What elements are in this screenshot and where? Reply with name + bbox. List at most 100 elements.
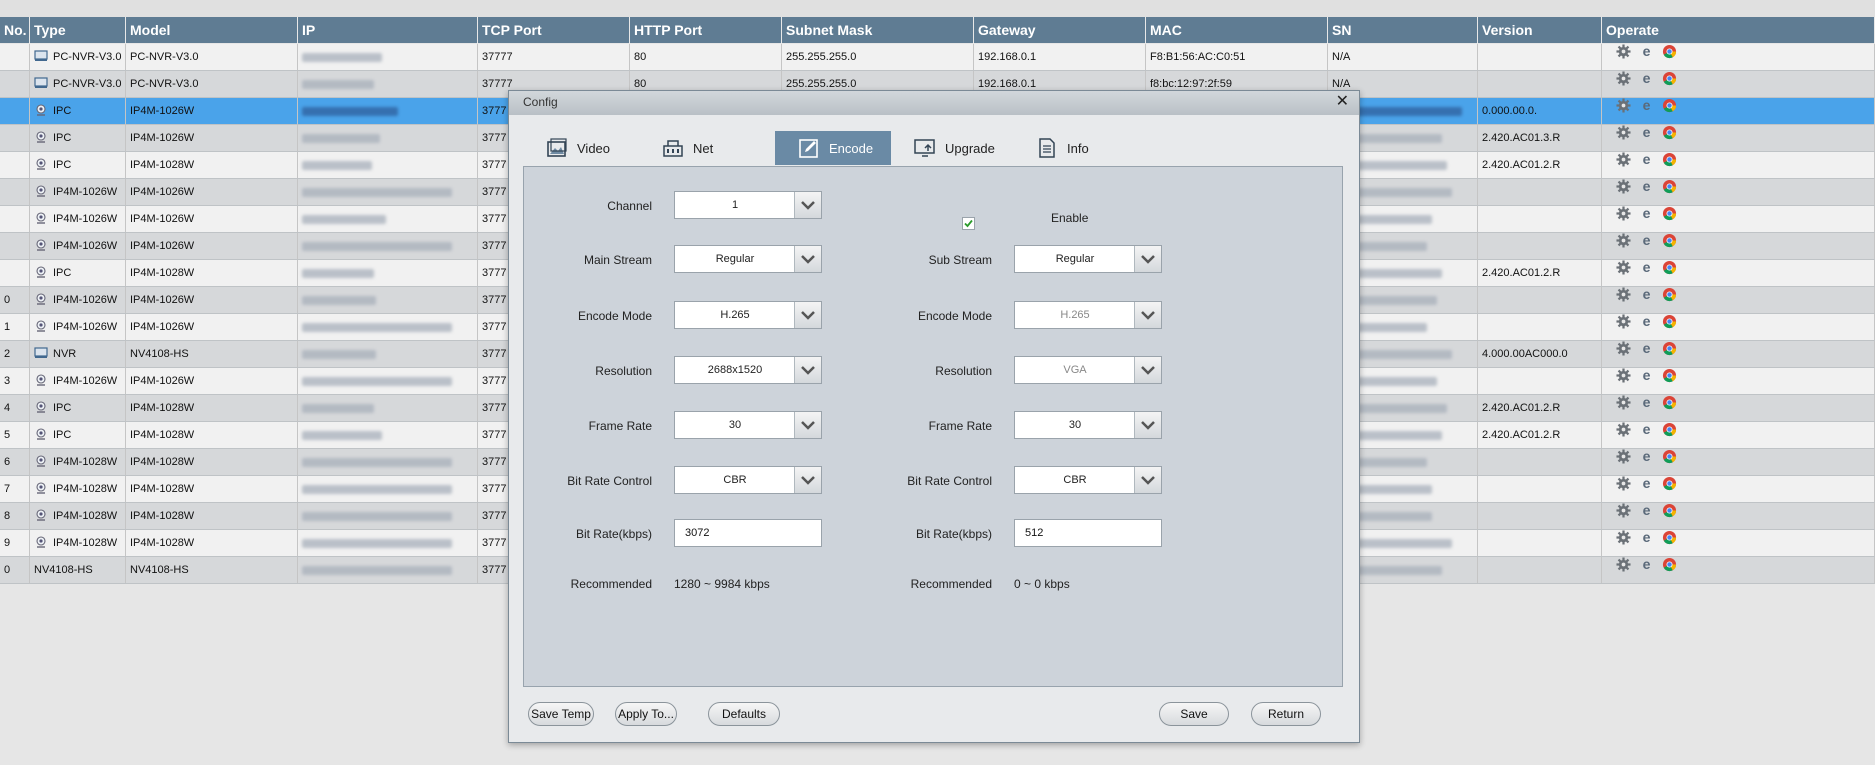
main-bit-rate-input[interactable]: 3072 — [674, 519, 822, 547]
chrome-browser-icon[interactable] — [1662, 152, 1677, 167]
chevron-down-icon[interactable] — [794, 246, 821, 272]
chrome-browser-icon[interactable] — [1662, 449, 1677, 464]
ie-browser-icon[interactable]: e — [1639, 395, 1654, 410]
chrome-browser-icon[interactable] — [1662, 125, 1677, 140]
chevron-down-icon[interactable] — [1134, 357, 1161, 383]
chrome-browser-icon[interactable] — [1662, 260, 1677, 275]
column-header-type[interactable]: Type — [30, 17, 126, 43]
ie-browser-icon[interactable]: e — [1639, 179, 1654, 194]
sub-resolution-select[interactable]: VGA — [1014, 356, 1162, 384]
ie-browser-icon[interactable]: e — [1639, 125, 1654, 140]
tab-info[interactable]: Info — [1013, 131, 1129, 165]
tab-encode[interactable]: Encode — [775, 131, 891, 165]
chrome-browser-icon[interactable] — [1662, 503, 1677, 518]
ie-browser-icon[interactable]: e — [1639, 530, 1654, 545]
chrome-browser-icon[interactable] — [1662, 206, 1677, 221]
column-header-mask[interactable]: Subnet Mask — [782, 17, 974, 43]
settings-gear-icon[interactable] — [1616, 449, 1631, 464]
tab-upgrade[interactable]: Upgrade — [891, 131, 1007, 165]
save-button[interactable]: Save — [1159, 702, 1229, 726]
settings-gear-icon[interactable] — [1616, 476, 1631, 491]
tab-net[interactable]: Net — [639, 131, 755, 165]
ie-browser-icon[interactable]: e — [1639, 98, 1654, 113]
settings-gear-icon[interactable] — [1616, 233, 1631, 248]
table-row[interactable]: PC-NVR-V3.0 PC-NVR-V3.0 37777 80 255.255.255… — [0, 44, 1875, 71]
settings-gear-icon[interactable] — [1616, 71, 1631, 86]
column-header-http[interactable]: HTTP Port — [630, 17, 782, 43]
settings-gear-icon[interactable] — [1616, 260, 1631, 275]
enable-checkbox[interactable] — [962, 217, 975, 230]
chrome-browser-icon[interactable] — [1662, 71, 1677, 86]
chrome-browser-icon[interactable] — [1662, 341, 1677, 356]
settings-gear-icon[interactable] — [1616, 422, 1631, 437]
ie-browser-icon[interactable]: e — [1639, 287, 1654, 302]
chrome-browser-icon[interactable] — [1662, 44, 1677, 59]
chevron-down-icon[interactable] — [1134, 302, 1161, 328]
settings-gear-icon[interactable] — [1616, 368, 1631, 383]
settings-gear-icon[interactable] — [1616, 206, 1631, 221]
chrome-browser-icon[interactable] — [1662, 557, 1677, 572]
settings-gear-icon[interactable] — [1616, 152, 1631, 167]
sub-bit-rate-control-select[interactable]: CBR — [1014, 466, 1162, 494]
ie-browser-icon[interactable]: e — [1639, 71, 1654, 86]
ie-browser-icon[interactable]: e — [1639, 368, 1654, 383]
chevron-down-icon[interactable] — [794, 412, 821, 438]
sub-stream-select[interactable]: Regular — [1014, 245, 1162, 273]
sub-encode-mode-select[interactable]: H.265 — [1014, 301, 1162, 329]
chrome-browser-icon[interactable] — [1662, 314, 1677, 329]
chevron-down-icon[interactable] — [794, 302, 821, 328]
main-stream-select[interactable]: Regular — [674, 245, 822, 273]
defaults-button[interactable]: Defaults — [708, 702, 780, 726]
chevron-down-icon[interactable] — [794, 357, 821, 383]
settings-gear-icon[interactable] — [1616, 44, 1631, 59]
column-header-version[interactable]: Version — [1478, 17, 1602, 43]
main-frame-rate-select[interactable]: 30 — [674, 411, 822, 439]
ie-browser-icon[interactable]: e — [1639, 314, 1654, 329]
column-header-no[interactable]: No. — [0, 17, 30, 43]
chrome-browser-icon[interactable] — [1662, 287, 1677, 302]
chrome-browser-icon[interactable] — [1662, 422, 1677, 437]
tab-video[interactable]: Video — [523, 131, 639, 165]
ie-browser-icon[interactable]: e — [1639, 341, 1654, 356]
return-button[interactable]: Return — [1251, 702, 1321, 726]
chevron-down-icon[interactable] — [794, 192, 821, 218]
settings-gear-icon[interactable] — [1616, 314, 1631, 329]
ie-browser-icon[interactable]: e — [1639, 44, 1654, 59]
column-header-model[interactable]: Model — [126, 17, 298, 43]
settings-gear-icon[interactable] — [1616, 287, 1631, 302]
main-resolution-select[interactable]: 2688x1520 — [674, 356, 822, 384]
sub-bit-rate-input[interactable]: 512 — [1014, 519, 1162, 547]
settings-gear-icon[interactable] — [1616, 395, 1631, 410]
apply-to-button[interactable]: Apply To... — [615, 702, 677, 726]
ie-browser-icon[interactable]: e — [1639, 233, 1654, 248]
settings-gear-icon[interactable] — [1616, 503, 1631, 518]
chrome-browser-icon[interactable] — [1662, 476, 1677, 491]
chevron-down-icon[interactable] — [1134, 467, 1161, 493]
ie-browser-icon[interactable]: e — [1639, 206, 1654, 221]
ie-browser-icon[interactable]: e — [1639, 557, 1654, 572]
ie-browser-icon[interactable]: e — [1639, 503, 1654, 518]
settings-gear-icon[interactable] — [1616, 341, 1631, 356]
settings-gear-icon[interactable] — [1616, 557, 1631, 572]
chrome-browser-icon[interactable] — [1662, 368, 1677, 383]
column-header-sn[interactable]: SN — [1328, 17, 1478, 43]
column-header-ops[interactable]: Operate — [1602, 17, 1875, 43]
column-header-ip[interactable]: IP — [298, 17, 478, 43]
ie-browser-icon[interactable]: e — [1639, 476, 1654, 491]
chrome-browser-icon[interactable] — [1662, 530, 1677, 545]
settings-gear-icon[interactable] — [1616, 125, 1631, 140]
ie-browser-icon[interactable]: e — [1639, 449, 1654, 464]
settings-gear-icon[interactable] — [1616, 179, 1631, 194]
chevron-down-icon[interactable] — [794, 467, 821, 493]
sub-frame-rate-select[interactable]: 30 — [1014, 411, 1162, 439]
ie-browser-icon[interactable]: e — [1639, 260, 1654, 275]
save-temp-button[interactable]: Save Temp — [528, 702, 594, 726]
main-bit-rate-control-select[interactable]: CBR — [674, 466, 822, 494]
column-header-gateway[interactable]: Gateway — [974, 17, 1146, 43]
ie-browser-icon[interactable]: e — [1639, 152, 1654, 167]
column-header-tcp[interactable]: TCP Port — [478, 17, 630, 43]
settings-gear-icon[interactable] — [1616, 530, 1631, 545]
chevron-down-icon[interactable] — [1134, 246, 1161, 272]
dialog-titlebar[interactable]: Config ✕ — [509, 91, 1359, 115]
column-header-mac[interactable]: MAC — [1146, 17, 1328, 43]
